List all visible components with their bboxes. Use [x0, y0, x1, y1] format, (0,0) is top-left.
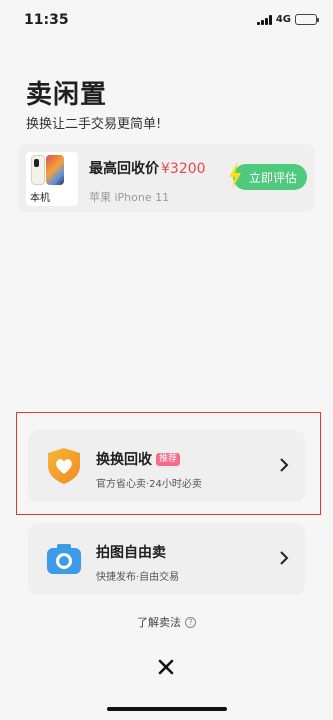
status-icons: 4G	[256, 14, 319, 25]
option-recycle-desc: 官方省心卖·24小时必卖	[96, 479, 202, 490]
close-icon[interactable]	[158, 659, 174, 675]
phone-front-icon	[46, 155, 64, 185]
battery-icon	[295, 14, 319, 25]
status-bar: 11:35 4G	[0, 0, 333, 40]
shield-heart-icon	[48, 448, 80, 484]
recommend-badge: 推荐	[156, 452, 181, 466]
estimate-button[interactable]: 立即评估	[229, 163, 307, 190]
learn-selling-link[interactable]: 了解卖法 ?	[0, 614, 333, 630]
learn-selling-label: 了解卖法	[137, 616, 181, 629]
price-label: 最高回收价 ¥3200	[89, 158, 206, 178]
status-time: 11:35	[24, 12, 69, 28]
device-tag: 本机	[30, 193, 50, 204]
option-recycle-title: 换换回收 推荐	[96, 449, 181, 469]
camera-icon	[47, 544, 81, 574]
signal-icon	[256, 14, 272, 25]
estimate-button-label: 立即评估	[248, 170, 297, 185]
option-free-sell-title: 拍图自由卖	[96, 545, 166, 561]
home-indicator[interactable]	[107, 707, 227, 711]
lightning-icon	[229, 163, 241, 189]
chevron-right-icon	[280, 551, 289, 565]
phone-back-icon	[31, 155, 45, 185]
help-icon: ?	[185, 616, 196, 628]
phone-thumbnail: 本机	[26, 152, 78, 206]
device-card[interactable]: 本机 最高回收价 ¥3200 苹果 iPhone 11 立即评估	[18, 144, 315, 212]
page-title: 卖闲置	[26, 80, 108, 110]
network-label: 4G	[275, 14, 291, 25]
model-name: 苹果 iPhone 11	[89, 191, 170, 204]
option-free-sell-desc: 快捷发布·自由交易	[96, 572, 180, 583]
option-free-sell[interactable]: 拍图自由卖 快捷发布·自由交易	[28, 523, 305, 595]
price-label-text: 最高回收价	[89, 161, 159, 177]
option-recycle-title-text: 换换回收	[96, 452, 152, 468]
price-value: ¥3200	[161, 161, 206, 177]
option-recycle[interactable]: 换换回收 推荐 官方省心卖·24小时必卖	[28, 430, 305, 502]
page-subtitle: 换换让二手交易更简单!	[26, 117, 162, 132]
chevron-right-icon	[280, 458, 289, 472]
